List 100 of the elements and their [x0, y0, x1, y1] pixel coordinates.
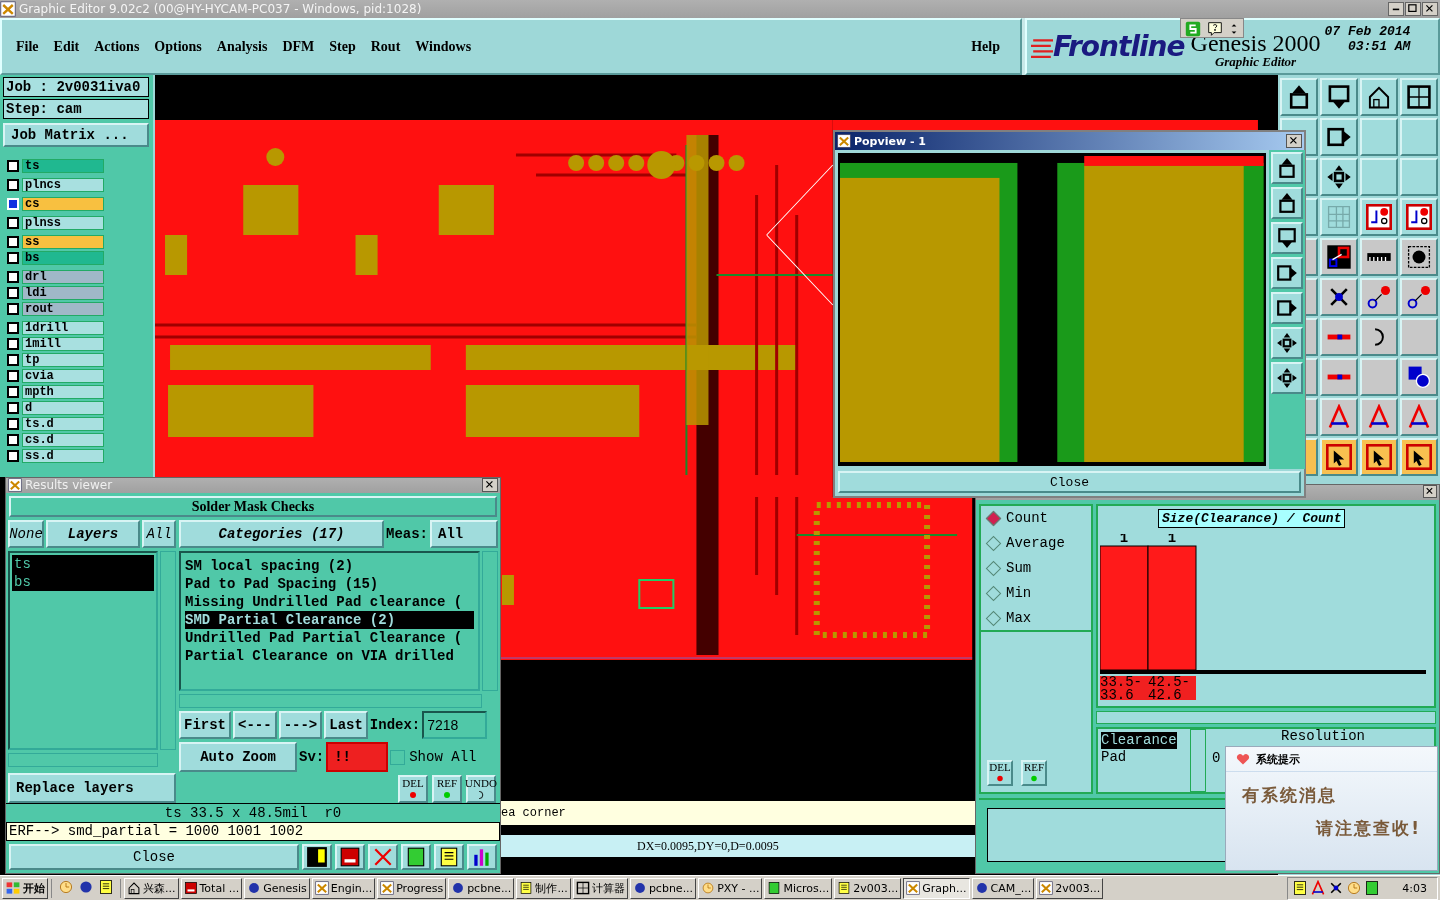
tool-button[interactable]: [1400, 198, 1438, 236]
scrollbar[interactable]: [482, 551, 498, 692]
tool-button[interactable]: [1360, 198, 1398, 236]
close-button[interactable]: [1422, 2, 1438, 16]
close-button[interactable]: Close: [838, 471, 1301, 493]
layer-name[interactable]: bs: [22, 251, 104, 265]
mode-radio[interactable]: Count: [985, 510, 1087, 526]
layer-name[interactable]: cvia: [22, 369, 104, 383]
taskbar-item[interactable]: PXY - ...: [698, 877, 763, 899]
close-button[interactable]: [1423, 485, 1437, 498]
layer-name[interactable]: tp: [22, 353, 104, 367]
tool-button[interactable]: [1270, 187, 1303, 219]
layer-name[interactable]: ldi: [22, 286, 104, 300]
menu-item[interactable]: Step: [324, 38, 366, 55]
first-button[interactable]: First: [179, 711, 231, 740]
tool-button[interactable]: [335, 844, 365, 870]
layer-checkbox[interactable]: [7, 217, 19, 229]
scrollbar[interactable]: [1096, 711, 1436, 724]
layer-checkbox[interactable]: [7, 370, 19, 382]
layer-name[interactable]: cs: [22, 197, 104, 211]
layer-name[interactable]: rout: [22, 302, 104, 316]
layer-checkbox[interactable]: [7, 402, 19, 414]
tool-button[interactable]: [1270, 327, 1303, 359]
tool-button[interactable]: [1400, 238, 1438, 276]
auto-zoom-dropdown[interactable]: Auto Zoom: [179, 742, 297, 773]
category-item[interactable]: Missing Undrilled Pad clearance (: [185, 593, 474, 612]
tool-button[interactable]: [1270, 362, 1303, 394]
layer-name[interactable]: ss.d: [22, 449, 104, 463]
tool-button[interactable]: [1320, 398, 1358, 436]
layer-item[interactable]: ts: [12, 555, 154, 574]
menu-item[interactable]: Edit: [48, 38, 90, 55]
tool-button[interactable]: [1320, 278, 1358, 316]
previous-button[interactable]: <---: [233, 711, 277, 740]
taskbar-item[interactable]: Genesis: [244, 877, 310, 899]
layer-checkbox[interactable]: [7, 236, 19, 248]
tool-button[interactable]: [1270, 152, 1303, 184]
menu-item[interactable]: Rout: [365, 38, 411, 55]
mode-radio[interactable]: Max: [985, 610, 1087, 626]
scrollbar[interactable]: [160, 551, 176, 751]
tool-button[interactable]: [1320, 158, 1358, 196]
help-button[interactable]: [1206, 20, 1224, 36]
job-matrix-button[interactable]: Job Matrix ...: [3, 123, 149, 147]
tool-button[interactable]: [1280, 78, 1318, 116]
layer-name[interactable]: plncs: [22, 178, 104, 192]
category-item[interactable]: Partial Clearance on VIA drilled: [185, 647, 474, 666]
tool-button[interactable]: [467, 844, 497, 870]
categories-button[interactable]: Categories (17): [179, 520, 384, 549]
layer-checkbox[interactable]: [7, 160, 19, 172]
tool-button[interactable]: [1320, 318, 1358, 356]
close-button[interactable]: [1286, 134, 1302, 148]
layer-checkbox[interactable]: [7, 252, 19, 264]
tool-button[interactable]: [1270, 257, 1303, 289]
tool-button[interactable]: [1400, 278, 1438, 316]
layer-name[interactable]: ts: [22, 159, 104, 173]
layer-checkbox[interactable]: [7, 271, 19, 283]
layer-checkbox[interactable]: [7, 287, 19, 299]
taskbar-item[interactable]: pcbne...: [629, 877, 697, 899]
tool-button[interactable]: [1270, 222, 1303, 254]
tool-button[interactable]: [1400, 358, 1438, 396]
tool-button[interactable]: [434, 844, 464, 870]
layer-checkbox[interactable]: [7, 434, 19, 446]
tool-button[interactable]: [1360, 278, 1398, 316]
menu-item[interactable]: Analysis: [211, 38, 278, 55]
menu-item[interactable]: Options: [149, 38, 212, 55]
action-button[interactable]: DEL: [987, 760, 1013, 786]
layer-name[interactable]: mpth: [22, 385, 104, 399]
layer-item[interactable]: bs: [12, 573, 154, 592]
layer-name[interactable]: 1mill: [22, 337, 104, 351]
tool-button[interactable]: [1320, 358, 1358, 396]
tool-button[interactable]: [1400, 438, 1438, 476]
scrollbar[interactable]: [8, 753, 158, 768]
all-button[interactable]: All: [142, 520, 176, 549]
taskbar-item[interactable]: 兴森...: [124, 877, 179, 899]
mode-radio[interactable]: Average: [985, 535, 1087, 551]
layer-checkbox[interactable]: [7, 386, 19, 398]
layer-name[interactable]: cs.d: [22, 433, 104, 447]
attribute-item[interactable]: Pad: [1101, 749, 1127, 766]
layer-checkbox[interactable]: [7, 354, 19, 366]
taskbar-item[interactable]: 2v003...: [1036, 877, 1104, 899]
layer-name[interactable]: d: [22, 401, 104, 415]
maximize-button[interactable]: [1405, 2, 1421, 16]
taskbar-item[interactable]: 制作...: [516, 877, 571, 899]
taskbar-item[interactable]: 计算器: [572, 877, 628, 899]
taskbar-item[interactable]: pcbne...: [448, 877, 515, 899]
taskbar-item[interactable]: Progress: [377, 877, 447, 899]
meas-dropdown[interactable]: All: [430, 520, 498, 549]
action-button[interactable]: REF: [432, 775, 462, 804]
menu-item[interactable]: Windows: [410, 38, 482, 55]
scrollbar[interactable]: [179, 694, 482, 709]
layer-name[interactable]: drl: [22, 270, 104, 284]
category-item[interactable]: SM local spacing (2): [185, 557, 474, 576]
severity-dropdown[interactable]: !!: [326, 742, 389, 773]
close-button[interactable]: [482, 478, 498, 493]
tool-button[interactable]: [1320, 118, 1358, 156]
tool-button[interactable]: [1320, 438, 1358, 476]
tool-button[interactable]: [1320, 238, 1358, 276]
layer-checkbox[interactable]: [7, 338, 19, 350]
layer-name[interactable]: 1drill: [22, 321, 104, 335]
layer-checkbox[interactable]: [7, 450, 19, 462]
tool-button[interactable]: [1360, 438, 1398, 476]
